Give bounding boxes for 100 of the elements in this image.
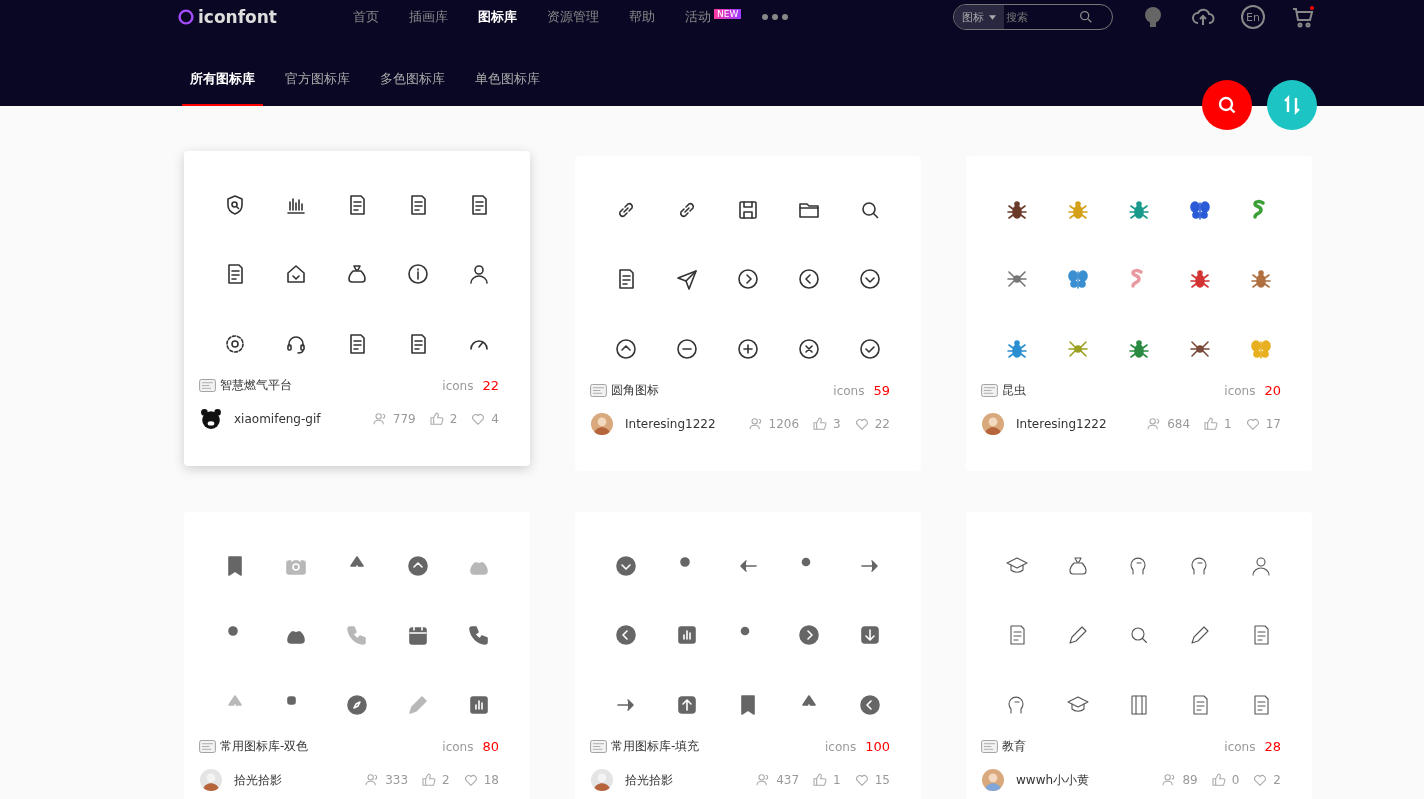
nav-link[interactable]: 帮助 [629,8,655,26]
count-label: icons [833,383,865,398]
compass-icon[interactable] [345,692,369,717]
language-button[interactable]: En [1241,5,1265,29]
nav-link[interactable]: 资源管理 [547,8,599,26]
author-name[interactable]: wwwh小小黄 [1016,771,1154,789]
send-icon[interactable] [675,267,699,292]
library-name[interactable]: 教育 [1002,738,1225,755]
logo-icon [178,9,194,25]
sort-button[interactable] [1267,80,1317,130]
library-name[interactable]: 圆角图标 [611,382,834,399]
icon-library-card[interactable]: 常用图标库-填充 icons 100 拾光拾影 437 1 15 [575,512,921,799]
library-tab[interactable]: 官方图标库 [277,54,358,106]
user-icon[interactable] [467,262,491,287]
thumbs-up-icon[interactable] [428,411,445,427]
icon-library-card[interactable]: 常用图标库-双色 icons 80 拾光拾影 333 2 18 [184,512,530,799]
library-icon [981,384,998,397]
favorite-count: 15 [874,773,890,787]
nav-link[interactable]: 首页 [353,8,379,26]
icon-count: 100 [865,739,890,754]
butterfly-icon[interactable] [1188,198,1212,222]
thumbs-up-icon[interactable] [812,772,829,788]
logo-text[interactable]: iconfont [198,7,277,27]
close-icon[interactable] [797,336,821,361]
library-icon [199,379,216,392]
library-name[interactable]: 常用图标库-填充 [611,738,826,755]
phone-icon[interactable] [467,623,491,648]
like-count: 2 [442,773,450,787]
thumbs-up-icon[interactable] [421,772,438,788]
bug-icon[interactable] [1005,198,1029,222]
view-count: 437 [776,773,800,787]
more-icon[interactable] [761,13,790,21]
plus-icon[interactable] [736,336,760,361]
chevron-left-icon[interactable] [797,267,821,292]
author-name[interactable]: 拾光拾影 [234,771,357,789]
library-icon [590,740,607,753]
count-label: icons [442,378,474,393]
library-tab[interactable]: 单色图标库 [467,54,548,106]
author-name[interactable]: Interesing1222 [625,417,740,431]
chevron-up-icon[interactable] [614,336,638,361]
info-icon[interactable] [406,262,430,287]
chevron-down-icon[interactable] [858,267,882,292]
thumbs-up-icon[interactable] [1203,416,1220,432]
chevron-right-icon[interactable] [797,623,821,648]
library-tab[interactable]: 所有图标库 [182,54,263,106]
view-count: 684 [1167,417,1191,431]
icon-library-card[interactable]: 圆角图标 icons 59 Interesing1222 1206 3 22 [575,156,921,471]
search-icon[interactable] [1078,9,1094,25]
favorite-count: 2 [1273,773,1281,787]
author-name[interactable]: Interesing1222 [1016,417,1139,431]
save-icon[interactable] [736,198,760,222]
search-scope-dropdown[interactable]: 图标 [954,5,1004,29]
thumbs-up-icon[interactable] [1210,772,1227,788]
chevron-down-icon[interactable] [614,554,638,578]
search-button[interactable] [1202,80,1252,130]
like-count: 2 [449,412,458,426]
view-count: 1206 [768,417,800,431]
chevron-left-icon[interactable] [614,623,638,648]
author-name[interactable]: xiaomifeng-gif [234,412,364,426]
new-badge: NEW [714,9,742,19]
check-icon[interactable] [858,336,882,361]
icon-count: 80 [482,739,499,754]
library-icon [981,740,998,753]
icon-count: 20 [1264,383,1281,398]
favorite-count: 22 [874,417,890,431]
like-count: 1 [1224,417,1232,431]
nav-link[interactable]: 图标库 [478,8,517,26]
butterfly-icon[interactable] [1066,267,1090,292]
view-count: 333 [385,773,409,787]
bear-avatar-icon [200,408,222,430]
cart-icon[interactable] [1291,5,1315,29]
like-count: 0 [1231,773,1240,787]
favorite-count: 17 [1265,417,1281,431]
count-label: icons [1224,383,1256,398]
chevron-right-icon[interactable] [736,267,760,292]
icon-library-card[interactable]: 教育 icons 28 wwwh小小黄 89 0 2 [966,512,1312,799]
thumbs-up-icon[interactable] [812,416,829,432]
chevron-up-icon[interactable] [406,554,430,578]
view-count: 779 [392,412,416,426]
count-label: icons [442,739,474,754]
library-tab[interactable]: 多色图标库 [372,54,453,106]
icon-count: 28 [1264,739,1281,754]
favorite-count: 4 [491,412,499,426]
library-name[interactable]: 昆虫 [1002,382,1225,399]
library-name[interactable]: 智慧燃气平台 [220,377,443,394]
nav-link[interactable]: 活动 [685,8,711,26]
count-label: icons [1224,739,1256,754]
nav-link[interactable]: 插画库 [409,8,448,26]
icon-count: 22 [482,378,499,393]
library-icon [199,740,216,753]
chevron-left-icon[interactable] [858,692,882,717]
caret-icon [989,14,996,20]
search-input[interactable]: 搜索 [1004,10,1078,24]
minus-icon[interactable] [675,336,699,361]
author-name[interactable]: 拾光拾影 [625,771,748,789]
like-count: 3 [833,417,841,431]
count-label: icons [825,739,857,754]
icon-library-card[interactable]: 昆虫 icons 20 Interesing1222 684 1 17 [966,156,1312,471]
library-name[interactable]: 常用图标库-双色 [220,738,443,755]
icon-library-card[interactable]: 智慧燃气平台 icons 22 xiaomifeng-gif 779 2 4 [184,151,530,466]
